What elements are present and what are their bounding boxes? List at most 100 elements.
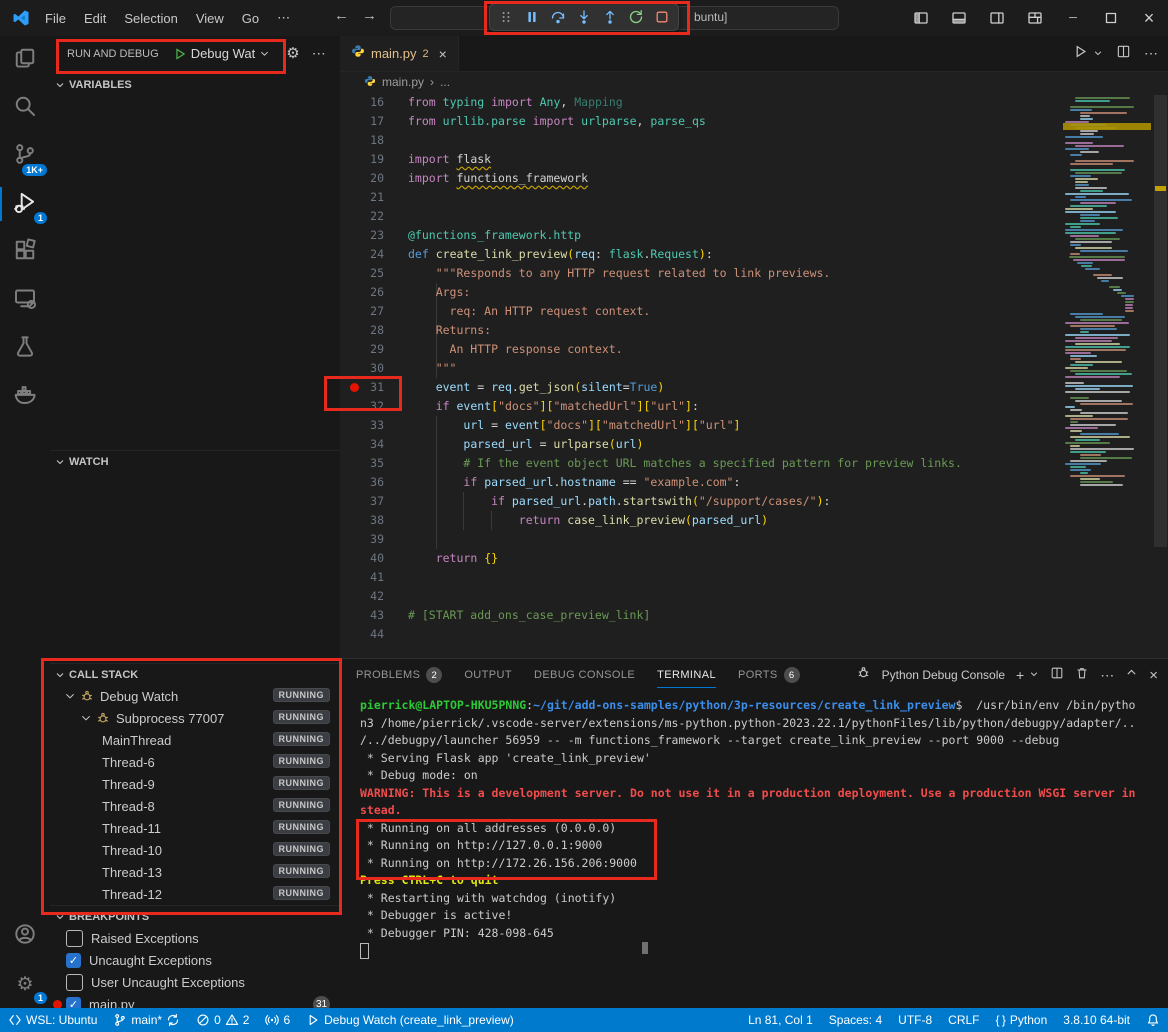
tab-close-icon[interactable]: ×	[439, 46, 447, 62]
status-item-wsl-ubuntu[interactable]: WSL: Ubuntu	[0, 1008, 105, 1032]
terminal-output[interactable]: pierrick@LAPTOP-HKU5PNNG:~/git/add-ons-s…	[360, 697, 1150, 942]
code-line[interactable]: 26 Args:	[340, 283, 1063, 302]
step-into-icon[interactable]	[571, 6, 597, 28]
activity-item-source-control[interactable]: 1K+	[0, 132, 50, 180]
breakpoint-checkbox[interactable]	[66, 974, 83, 991]
callstack-row[interactable]: Thread-6RUNNING	[50, 751, 340, 773]
code-line[interactable]: 16from typing import Any, Mapping	[340, 93, 1063, 112]
callstack-row[interactable]: Thread-11RUNNING	[50, 817, 340, 839]
status-item-3-8-10-64-bit[interactable]: 3.8.10 64-bit	[1055, 1008, 1138, 1032]
activity-item-docker[interactable]	[0, 372, 50, 420]
activity-item-remote-explorer[interactable]	[0, 276, 50, 324]
line-number[interactable]: 35	[340, 454, 384, 473]
code-line[interactable]: 41	[340, 568, 1063, 587]
minimize-icon[interactable]: ─	[1054, 0, 1092, 36]
line-number[interactable]: 25	[340, 264, 384, 283]
panel-tab-debug-console[interactable]: DEBUG CONSOLE	[534, 659, 635, 691]
line-number[interactable]: 37	[340, 492, 384, 511]
split-editor-icon[interactable]	[1116, 44, 1131, 64]
sidebar-more-actions-icon[interactable]: ⋯	[312, 45, 326, 62]
pause-icon[interactable]	[519, 6, 545, 28]
activity-item-run-and-debug[interactable]: 1	[0, 180, 50, 228]
menu-item-go[interactable]: Go	[233, 11, 268, 26]
layout-sidebar-right-icon[interactable]	[978, 0, 1016, 36]
line-number[interactable]: 17	[340, 112, 384, 131]
run-python-file-icon[interactable]	[1073, 44, 1088, 64]
terminal-instance-label[interactable]: Python Debug Console	[882, 668, 1005, 682]
line-number[interactable]: 36	[340, 473, 384, 492]
code-line[interactable]: 18	[340, 131, 1063, 150]
line-number[interactable]: 19	[340, 150, 384, 169]
breakpoint-checkbox[interactable]	[66, 930, 83, 947]
line-number[interactable]: 33	[340, 416, 384, 435]
line-number[interactable]: 18	[340, 131, 384, 150]
panel-tab-ports[interactable]: PORTS6	[738, 659, 800, 691]
launch-config-dropdown[interactable]: Debug Wat	[169, 42, 275, 66]
activity-item-extensions[interactable]	[0, 228, 50, 276]
breakpoint-row[interactable]: ✓Uncaught Exceptions	[50, 949, 340, 971]
menu-item-selection[interactable]: Selection	[115, 11, 186, 26]
restart-icon[interactable]	[623, 6, 649, 28]
code-line[interactable]: 22	[340, 207, 1063, 226]
callstack-row[interactable]: Thread-10RUNNING	[50, 839, 340, 861]
status-item-ln-81-col-1[interactable]: Ln 81, Col 1	[740, 1008, 821, 1032]
line-number[interactable]: 22	[340, 207, 384, 226]
code-line[interactable]: 19import flask	[340, 150, 1063, 169]
breadcrumb[interactable]: main.py › ...	[340, 71, 1168, 93]
line-number[interactable]: 24	[340, 245, 384, 264]
line-number[interactable]: 32	[340, 397, 384, 416]
layout-custom-icon[interactable]	[1016, 0, 1054, 36]
line-number[interactable]: 29	[340, 340, 384, 359]
code-line[interactable]: 21	[340, 188, 1063, 207]
line-number[interactable]: 26	[340, 283, 384, 302]
kill-terminal-trash-icon[interactable]	[1075, 666, 1089, 685]
line-number[interactable]: 40	[340, 549, 384, 568]
breakpoint-row[interactable]: Raised Exceptions	[50, 927, 340, 949]
callstack-row[interactable]: Thread-8RUNNING	[50, 795, 340, 817]
code-line[interactable]: 44	[340, 625, 1063, 644]
menu-item-more[interactable]: ⋯	[268, 10, 299, 26]
editor-scrollbar[interactable]	[1153, 93, 1168, 658]
code-line[interactable]: 37 if parsed_url.path.startswith("/suppo…	[340, 492, 1063, 511]
code-line[interactable]: 36 if parsed_url.hostname == "example.co…	[340, 473, 1063, 492]
line-number[interactable]: 21	[340, 188, 384, 207]
status-item-utf-8[interactable]: UTF-8	[890, 1008, 940, 1032]
callstack-row[interactable]: Thread-9RUNNING	[50, 773, 340, 795]
menu-item-view[interactable]: View	[187, 11, 233, 26]
call-stack-section-header[interactable]: CALL STACK	[50, 663, 340, 686]
line-number[interactable]: 20	[340, 169, 384, 188]
nav-forward-icon[interactable]: →	[362, 7, 377, 24]
status-item-0[interactable]: 02	[188, 1008, 257, 1032]
line-number[interactable]: 42	[340, 587, 384, 606]
code-line[interactable]: 34 parsed_url = urlparse(url)	[340, 435, 1063, 454]
status-item-debug-watch-create-link-preview-[interactable]: Debug Watch (create_link_preview)	[298, 1008, 522, 1032]
close-panel-icon[interactable]: ×	[1149, 667, 1158, 684]
step-over-icon[interactable]	[545, 6, 571, 28]
activity-item-search[interactable]	[0, 84, 50, 132]
line-number[interactable]: 41	[340, 568, 384, 587]
breakpoints-section-header[interactable]: BREAKPOINTS	[50, 905, 340, 928]
code-line[interactable]: 25 """Responds to any HTTP request relat…	[340, 264, 1063, 283]
menu-item-edit[interactable]: Edit	[75, 11, 115, 26]
scrollbar-thumb[interactable]	[1154, 95, 1167, 547]
run-dropdown-chevron-icon[interactable]	[1093, 45, 1103, 63]
line-number[interactable]: 39	[340, 530, 384, 549]
line-number[interactable]: 34	[340, 435, 384, 454]
breakpoint-row[interactable]: User Uncaught Exceptions	[50, 971, 340, 993]
activity-item-explorer[interactable]	[0, 36, 50, 84]
code-line[interactable]: 32 if event["docs"]["matchedUrl"]["url"]…	[340, 397, 1063, 416]
variables-section-header[interactable]: VARIABLES	[50, 74, 340, 96]
status-item-python[interactable]: { }Python	[988, 1008, 1056, 1032]
editor-more-actions-icon[interactable]: ⋯	[1144, 45, 1158, 62]
code-line[interactable]: 23@functions_framework.http	[340, 226, 1063, 245]
code-line[interactable]: 33 url = event["docs"]["matchedUrl"]["ur…	[340, 416, 1063, 435]
code-line[interactable]: 40 return {}	[340, 549, 1063, 568]
callstack-row[interactable]: Debug WatchRUNNING	[50, 685, 340, 707]
callstack-row[interactable]: Subprocess 77007RUNNING	[50, 707, 340, 729]
step-out-icon[interactable]	[597, 6, 623, 28]
code-line[interactable]: 28 Returns:	[340, 321, 1063, 340]
code-line[interactable]: 39	[340, 530, 1063, 549]
status-item-6[interactable]: 6	[257, 1008, 298, 1032]
code-line[interactable]: 24def create_link_preview(req: flask.Req…	[340, 245, 1063, 264]
callstack-row[interactable]: Thread-13RUNNING	[50, 861, 340, 883]
